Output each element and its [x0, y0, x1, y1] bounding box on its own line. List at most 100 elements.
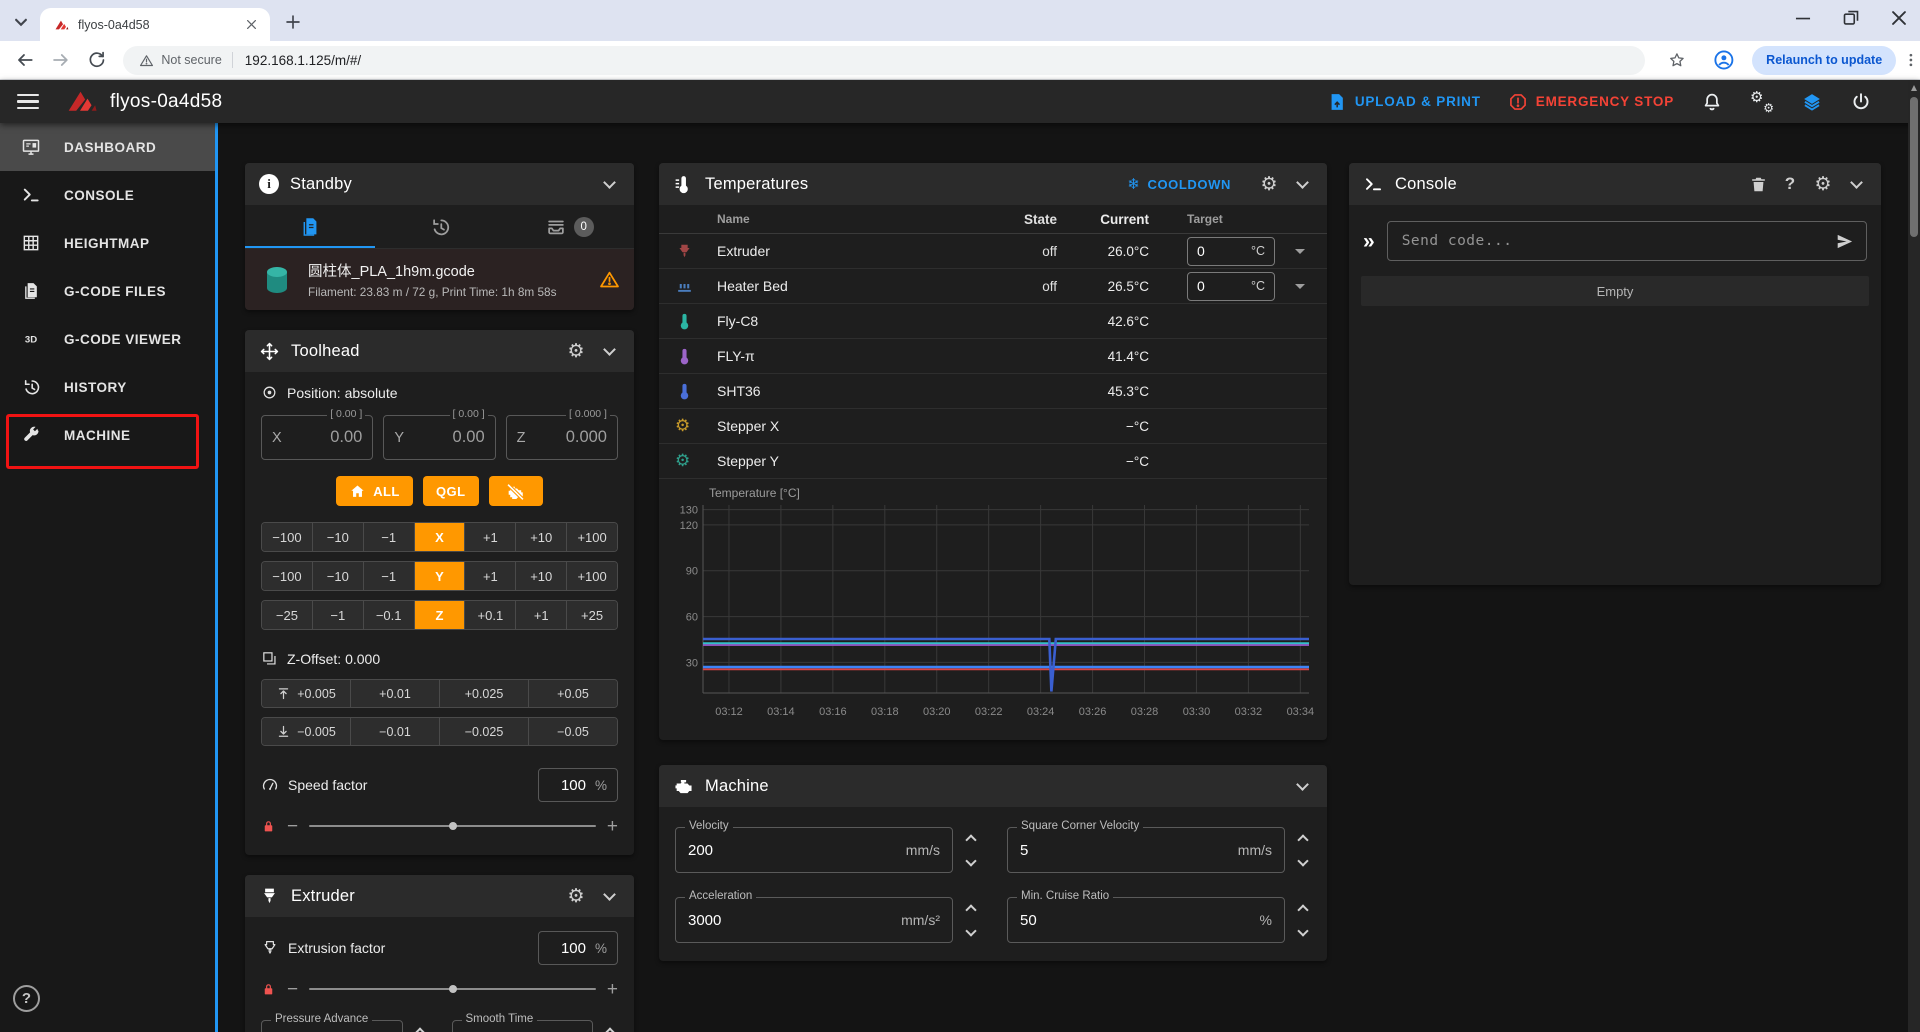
- axis-input-y[interactable]: [ 0.00 ]Y0.00: [383, 415, 495, 460]
- stepper-down-icon[interactable]: [1297, 855, 1308, 866]
- sidebar-item-console[interactable]: CONSOLE: [0, 171, 218, 219]
- sidebar-item-gcode-files[interactable]: G-CODE FILES: [0, 267, 218, 315]
- speed-factor-slider[interactable]: [309, 825, 596, 827]
- z-up-button[interactable]: +0.05: [528, 680, 617, 707]
- jog-axis-y[interactable]: Y: [414, 562, 465, 590]
- speed-increase-button[interactable]: +: [607, 817, 618, 836]
- stepper-down-icon[interactable]: [965, 855, 976, 866]
- new-tab-button[interactable]: [282, 11, 304, 33]
- jog-button[interactable]: −0.1: [363, 601, 414, 629]
- speed-factor-input[interactable]: 100 %: [538, 768, 618, 802]
- power-icon[interactable]: [1850, 91, 1872, 113]
- trash-icon[interactable]: [1749, 175, 1768, 194]
- z-down-button[interactable]: −0.025: [439, 718, 528, 745]
- hamburger-menu-icon[interactable]: [17, 94, 39, 110]
- z-up-button[interactable]: +0.01: [350, 680, 439, 707]
- jog-button[interactable]: −1: [312, 601, 363, 629]
- browser-tab[interactable]: flyos-0a4d58: [40, 8, 270, 41]
- stepper-up-icon[interactable]: [965, 834, 976, 845]
- collapse-chevron-icon[interactable]: [598, 173, 620, 195]
- sidebar-item-gcode-viewer[interactable]: 3DG-CODE VIEWER: [0, 315, 218, 363]
- jog-button[interactable]: −10: [312, 562, 363, 590]
- tab-history[interactable]: [375, 205, 505, 248]
- z-up-button[interactable]: +0.025: [439, 680, 528, 707]
- window-minimize-icon[interactable]: [1790, 5, 1816, 31]
- min-cruise-ratio-input[interactable]: Min. Cruise Ratio50%: [1007, 897, 1285, 943]
- jog-button[interactable]: +100: [566, 562, 617, 590]
- window-close-icon[interactable]: [1886, 5, 1912, 31]
- window-restore-icon[interactable]: [1838, 5, 1864, 31]
- services-gears-icon[interactable]: ⚙⚙: [1750, 90, 1774, 114]
- tab-search-chevron-icon[interactable]: [8, 9, 34, 35]
- layers-icon[interactable]: [1801, 91, 1823, 113]
- jog-button[interactable]: −100: [262, 562, 312, 590]
- jog-button[interactable]: −10: [312, 523, 363, 551]
- qgl-button[interactable]: QGL: [423, 476, 479, 506]
- scrollbar-up-arrow[interactable]: [1911, 85, 1917, 91]
- send-icon[interactable]: [1835, 232, 1854, 251]
- bookmark-star-icon[interactable]: [1667, 50, 1687, 70]
- extrusion-factor-input[interactable]: 100 %: [538, 931, 618, 965]
- lock-icon[interactable]: [261, 819, 276, 834]
- upload-and-print-button[interactable]: UPLOAD & PRINT: [1327, 92, 1481, 112]
- browser-menu-kebab-icon[interactable]: [1902, 51, 1920, 69]
- speed-decrease-button[interactable]: −: [287, 817, 298, 836]
- temperatures-collapse-chevron-icon[interactable]: [1291, 173, 1313, 195]
- relaunch-to-update-button[interactable]: Relaunch to update: [1752, 46, 1896, 75]
- motors-off-button[interactable]: [489, 476, 543, 506]
- cooldown-button[interactable]: ❄ COOLDOWN: [1127, 175, 1231, 193]
- tab-recent-file[interactable]: [245, 205, 375, 248]
- scrollbar-thumb[interactable]: [1910, 97, 1918, 237]
- smooth-time-input[interactable]: Smooth Time0.04s: [452, 1020, 594, 1032]
- machine-collapse-chevron-icon[interactable]: [1291, 775, 1313, 797]
- page-scrollbar[interactable]: [1908, 80, 1920, 1032]
- jog-axis-z[interactable]: Z: [414, 601, 465, 629]
- extruder-collapse-chevron-icon[interactable]: [598, 885, 620, 907]
- console-input[interactable]: [1402, 233, 1835, 249]
- stepper-up-icon[interactable]: [965, 904, 976, 915]
- browser-back-icon[interactable]: [14, 49, 36, 71]
- stepper-up-icon[interactable]: [414, 1027, 425, 1032]
- slider-knob[interactable]: [449, 822, 457, 830]
- help-question-icon[interactable]: ?: [1779, 173, 1801, 195]
- dropdown-caret-icon[interactable]: [1295, 249, 1305, 254]
- jog-button[interactable]: +10: [515, 523, 566, 551]
- extrusion-decrease-button[interactable]: −: [287, 980, 298, 999]
- square-corner-velocity-input[interactable]: Square Corner Velocity5mm/s: [1007, 827, 1285, 873]
- jog-button[interactable]: +10: [515, 562, 566, 590]
- sidebar-item-history[interactable]: HISTORY: [0, 363, 218, 411]
- jog-button[interactable]: −1: [363, 562, 414, 590]
- stepper-up-icon[interactable]: [1297, 834, 1308, 845]
- jog-button[interactable]: −100: [262, 523, 312, 551]
- slider-knob[interactable]: [449, 985, 457, 993]
- toolhead-collapse-chevron-icon[interactable]: [598, 340, 620, 362]
- extrusion-increase-button[interactable]: +: [607, 980, 618, 999]
- jog-button[interactable]: +1: [515, 601, 566, 629]
- z-down-button[interactable]: −0.005: [262, 718, 350, 745]
- console-settings-gear-icon[interactable]: ⚙: [1812, 173, 1834, 195]
- extruder-settings-gear-icon[interactable]: ⚙: [565, 885, 587, 907]
- sidebar-item-machine[interactable]: MACHINE: [0, 411, 218, 459]
- axis-input-x[interactable]: [ 0.00 ]X0.00: [261, 415, 373, 460]
- notifications-bell-icon[interactable]: [1701, 91, 1723, 113]
- z-down-button[interactable]: −0.05: [528, 718, 617, 745]
- stepper-down-icon[interactable]: [965, 925, 976, 936]
- browser-reload-icon[interactable]: [86, 49, 108, 71]
- target-input[interactable]: 0°C: [1187, 272, 1275, 301]
- jog-button[interactable]: +0.1: [464, 601, 515, 629]
- expand-double-chevron-icon[interactable]: »: [1363, 231, 1375, 252]
- console-collapse-chevron-icon[interactable]: [1845, 173, 1867, 195]
- help-fab-button[interactable]: ?: [13, 985, 40, 1012]
- extrusion-factor-slider[interactable]: [309, 988, 596, 990]
- jog-button[interactable]: +1: [464, 562, 515, 590]
- pressure-advance-input[interactable]: Pressure Advance0.05s: [261, 1020, 403, 1032]
- profile-avatar-icon[interactable]: [1712, 48, 1736, 72]
- axis-input-z[interactable]: [ 0.000 ]Z0.000: [506, 415, 618, 460]
- jog-button[interactable]: +1: [464, 523, 515, 551]
- target-input[interactable]: 0°C: [1187, 237, 1275, 266]
- temperatures-settings-gear-icon[interactable]: ⚙: [1258, 173, 1280, 195]
- velocity-input[interactable]: Velocity200mm/s: [675, 827, 953, 873]
- emergency-stop-button[interactable]: EMERGENCY STOP: [1508, 92, 1674, 112]
- address-bar[interactable]: Not secure 192.168.1.125/m/#/: [123, 46, 1644, 75]
- z-down-button[interactable]: −0.01: [350, 718, 439, 745]
